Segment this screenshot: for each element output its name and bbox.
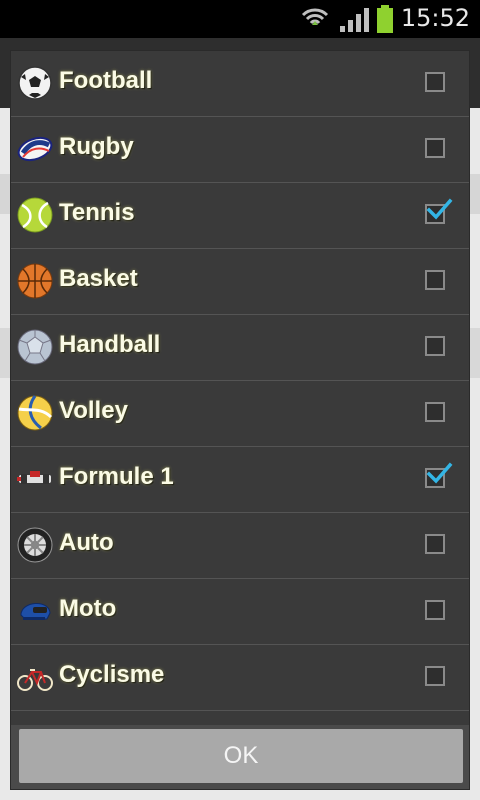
sport-list-item[interactable]: Formule 1 <box>11 447 469 513</box>
sport-list-item[interactable]: Rugby <box>11 117 469 183</box>
sport-checkbox[interactable] <box>425 270 445 290</box>
sport-list-item[interactable]: Basket <box>11 249 469 315</box>
sport-label: Formule 1 <box>59 463 174 490</box>
wheel-icon <box>17 527 53 563</box>
sport-label: Cyclisme <box>59 661 165 688</box>
status-bar: 15:52 <box>0 0 480 38</box>
sport-list-item[interactable]: Football <box>11 51 469 117</box>
volleyball-icon <box>17 395 53 431</box>
basketball-icon <box>17 263 53 299</box>
sport-checkbox[interactable] <box>425 72 445 92</box>
status-time: 15:52 <box>400 4 470 32</box>
sport-checkbox[interactable] <box>425 462 453 488</box>
sport-list-item[interactable]: Volley <box>11 381 469 447</box>
tennis-ball-icon <box>17 197 53 233</box>
sport-label: Basket <box>59 265 138 292</box>
sport-label: Handball <box>59 331 161 358</box>
sport-checkbox[interactable] <box>425 666 445 686</box>
signal-icon <box>340 8 369 32</box>
sport-checkbox[interactable] <box>425 336 445 356</box>
sport-checkbox[interactable] <box>425 138 445 158</box>
sport-list-item[interactable]: Handball <box>11 315 469 381</box>
bicycle-icon <box>17 659 53 695</box>
sport-label: Auto <box>59 529 114 556</box>
sport-list-item[interactable]: Tennis <box>11 183 469 249</box>
sport-checkbox[interactable] <box>425 534 445 554</box>
rugby-ball-icon <box>17 131 53 167</box>
sport-label: Tennis <box>59 199 135 226</box>
handball-icon <box>17 329 53 365</box>
sport-label: Football <box>59 67 153 94</box>
sports-list: Football Rugby Tennis Basket Handball Volley F… <box>11 51 469 725</box>
f1-car-icon <box>17 461 53 497</box>
sport-label: Rugby <box>59 133 134 160</box>
sport-list-item[interactable]: Cyclisme <box>11 645 469 711</box>
wifi-icon <box>301 8 329 25</box>
soccer-ball-icon <box>17 65 53 101</box>
helmet-icon <box>17 593 53 629</box>
checkmark-icon <box>426 198 453 220</box>
sport-list-item[interactable]: Auto <box>11 513 469 579</box>
ok-button[interactable]: OK <box>19 729 463 783</box>
sport-label: Moto <box>59 595 117 622</box>
sport-list-item[interactable]: Moto <box>11 579 469 645</box>
battery-icon <box>377 5 393 33</box>
sport-checkbox[interactable] <box>425 402 445 422</box>
sport-checkbox[interactable] <box>425 600 445 620</box>
checkmark-icon <box>426 462 453 484</box>
sports-selection-dialog: Football Rugby Tennis Basket Handball Volley F… <box>10 50 470 790</box>
dialog-footer: OK <box>11 725 469 789</box>
sport-label: Volley <box>59 397 128 424</box>
sport-checkbox[interactable] <box>425 198 453 224</box>
